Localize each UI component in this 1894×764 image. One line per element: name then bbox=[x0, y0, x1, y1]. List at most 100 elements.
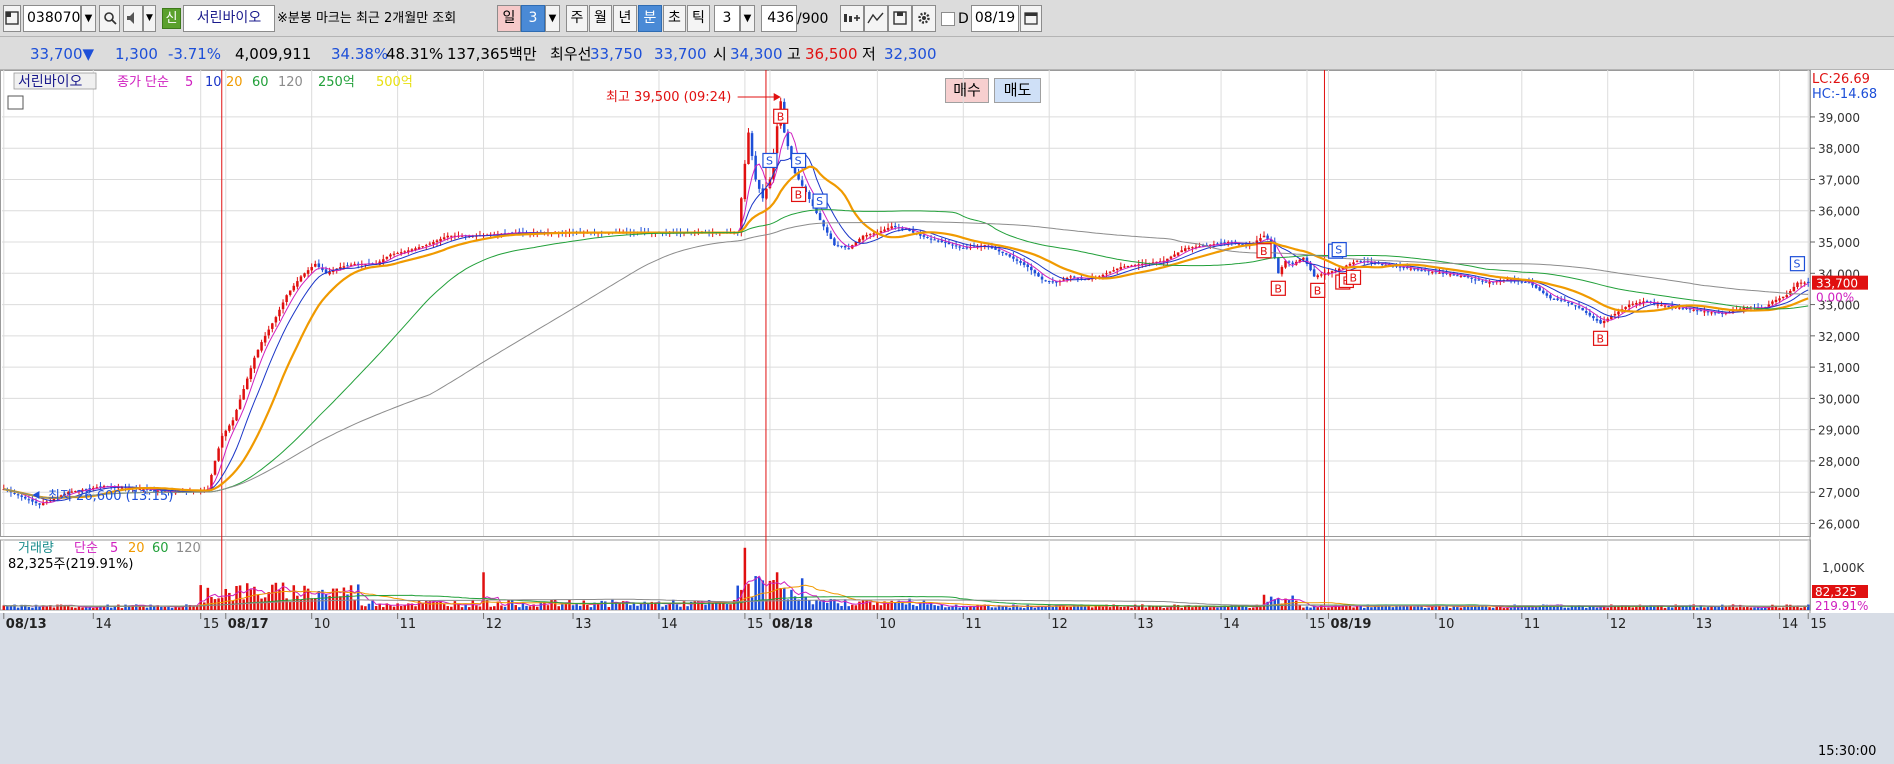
legend-500: 500억 bbox=[376, 75, 413, 90]
volume-bar bbox=[324, 594, 328, 610]
volume-bar bbox=[775, 572, 779, 610]
volume-bar bbox=[442, 604, 446, 610]
volume-bar bbox=[507, 599, 510, 610]
table-icon[interactable] bbox=[7, 95, 24, 110]
candle-body bbox=[1484, 281, 1488, 283]
candle-body bbox=[385, 256, 389, 259]
candle-body bbox=[346, 265, 349, 267]
volume-bar bbox=[761, 580, 765, 610]
hc-label: HC:-14.68 bbox=[1812, 87, 1877, 102]
candle-body bbox=[271, 323, 274, 329]
candle-body bbox=[1312, 269, 1316, 277]
volume-bar bbox=[1355, 606, 1359, 610]
volume-bar bbox=[1724, 606, 1728, 610]
speaker-icon[interactable] bbox=[123, 5, 143, 32]
candle-body bbox=[24, 496, 27, 499]
volume-bar bbox=[1076, 606, 1080, 610]
candle-body bbox=[392, 253, 396, 255]
candle-body bbox=[808, 192, 811, 200]
volume-bar bbox=[296, 595, 299, 610]
volume-bar bbox=[818, 601, 822, 610]
candle-body bbox=[1019, 260, 1022, 263]
candle-body bbox=[1119, 267, 1123, 270]
candle-body bbox=[1577, 306, 1581, 308]
candle-body bbox=[1774, 299, 1778, 302]
candle-body bbox=[220, 435, 224, 448]
high-annotation: 최고 39,500 (09:24) bbox=[606, 90, 731, 105]
candle-body bbox=[228, 425, 231, 431]
candle-body bbox=[353, 263, 356, 265]
volume-bar bbox=[1008, 607, 1012, 610]
stock-name-field[interactable]: 서린바이오 bbox=[183, 5, 275, 32]
volume-bar bbox=[1244, 606, 1248, 610]
candle-body bbox=[389, 254, 392, 257]
candle-body bbox=[263, 335, 267, 343]
date-checkbox[interactable] bbox=[941, 12, 955, 26]
candle-body bbox=[235, 409, 238, 421]
zoom-out-icon[interactable] bbox=[864, 5, 888, 32]
volume-bar bbox=[1746, 606, 1749, 610]
price-chart[interactable]: SSSBBBBBSSBBBBS 39,00038,00037,00036,000… bbox=[0, 70, 1894, 764]
ma60-line bbox=[3, 209, 1809, 499]
volume-bar bbox=[1488, 607, 1491, 610]
volume-bar bbox=[1327, 607, 1330, 610]
volume-bar bbox=[1567, 607, 1570, 610]
volume-bar bbox=[88, 607, 91, 610]
stock-code-input[interactable]: 038070 bbox=[23, 5, 81, 32]
candle-body bbox=[238, 399, 242, 410]
candle-body bbox=[285, 295, 288, 303]
volume-bar bbox=[203, 602, 206, 610]
period-year-button[interactable]: 년 bbox=[613, 5, 637, 32]
volume-bar bbox=[876, 602, 879, 610]
volume-current: 82,325주(219.91%) bbox=[8, 557, 133, 572]
search-icon[interactable] bbox=[99, 5, 120, 32]
period-num-field[interactable]: 3 bbox=[521, 5, 545, 32]
volume-bar bbox=[518, 607, 521, 610]
zoom-in-icon[interactable] bbox=[840, 5, 864, 32]
layout-icon[interactable] bbox=[3, 5, 21, 32]
low-label: 저 bbox=[862, 45, 876, 63]
date-input[interactable]: 08/19 bbox=[971, 5, 1019, 32]
candle-body bbox=[1527, 282, 1531, 284]
period-week-button[interactable]: 주 bbox=[566, 5, 588, 32]
speaker-dropdown-button[interactable]: ▼ bbox=[143, 5, 156, 32]
candle-body bbox=[926, 236, 929, 238]
candle-body bbox=[1627, 304, 1631, 308]
volume-bar bbox=[364, 606, 367, 610]
volume-bar bbox=[303, 585, 306, 610]
volume-bar bbox=[686, 606, 689, 610]
period-minute-button[interactable]: 분 bbox=[638, 5, 662, 32]
candle-body bbox=[954, 245, 958, 247]
volume-bar bbox=[1606, 607, 1609, 610]
legend-250: 250억 bbox=[318, 75, 355, 90]
interval-input[interactable]: 3 bbox=[714, 5, 740, 32]
x-tick-label: 12 bbox=[486, 617, 503, 632]
code-dropdown-button[interactable]: ▼ bbox=[81, 5, 96, 32]
candle-body bbox=[1108, 271, 1112, 273]
period-tick-button[interactable]: 틱 bbox=[687, 5, 710, 32]
gear-icon[interactable] bbox=[912, 5, 936, 32]
candle-body bbox=[1105, 273, 1108, 275]
candle-body bbox=[825, 227, 829, 233]
calendar-icon[interactable] bbox=[1020, 5, 1042, 32]
candle-body bbox=[1631, 303, 1635, 305]
period-num-dropdown[interactable]: ▼ bbox=[545, 5, 560, 32]
period-day-button[interactable]: 일 bbox=[497, 5, 521, 32]
volume-bar bbox=[865, 599, 868, 610]
candle-body bbox=[800, 180, 804, 186]
price-series: SSSBBBBBSSBBBBS bbox=[2, 93, 1810, 509]
interval-dropdown[interactable]: ▼ bbox=[740, 5, 755, 32]
volume-bar bbox=[550, 599, 553, 610]
period-second-button[interactable]: 초 bbox=[663, 5, 686, 32]
count-input[interactable]: 436 bbox=[761, 5, 797, 32]
y-tick-label: 39,000 bbox=[1818, 111, 1860, 125]
candle-body bbox=[1291, 262, 1294, 264]
volume-legend-ma: 단순 bbox=[74, 541, 98, 556]
open-price: 34,300 bbox=[730, 45, 783, 63]
candle-body bbox=[747, 132, 750, 165]
candle-body bbox=[872, 233, 876, 235]
period-month-button[interactable]: 월 bbox=[589, 5, 612, 32]
save-icon[interactable] bbox=[888, 5, 912, 32]
volume-bar bbox=[92, 607, 95, 610]
candle-body bbox=[1488, 282, 1491, 284]
